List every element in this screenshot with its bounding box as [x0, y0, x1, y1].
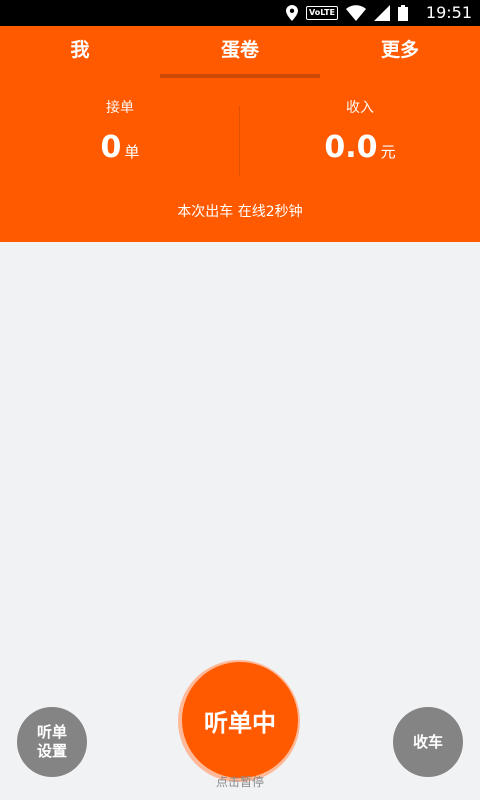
orders-unit: 单 [124, 143, 140, 161]
orders-label: 接单 [106, 100, 134, 116]
income-label: 收入 [346, 100, 374, 116]
income-value: 0.0 [324, 130, 378, 165]
order-settings-label-line1: 听单 [36, 723, 67, 741]
header-panel: 我 蛋卷 更多 接单 0单 收入 0.0 元 本次出车 在线2秒钟 [0, 26, 480, 242]
status-icons: VoLTE [286, 4, 408, 22]
tab-more[interactable]: 更多 [320, 26, 480, 78]
income-unit: 元 [380, 143, 396, 161]
volte-icon: VoLTE [306, 6, 338, 20]
income-stat: 收入 0.0 元 [240, 98, 480, 170]
wifi-icon [346, 5, 366, 21]
stop-driving-button[interactable]: 收车 [393, 707, 463, 777]
listening-button[interactable]: 听单中 [182, 662, 298, 778]
order-settings-button[interactable]: 听单 设置 [17, 707, 87, 777]
order-settings-label-line2: 设置 [36, 742, 67, 760]
pause-hint: 点击暂停 [215, 775, 264, 789]
listening-label: 听单中 [204, 708, 276, 737]
tab-danjuan[interactable]: 蛋卷 [160, 26, 320, 78]
stop-driving-label: 收车 [412, 732, 443, 751]
location-icon [286, 5, 299, 21]
tab-bar: 我 蛋卷 更多 [0, 26, 480, 78]
status-time: 19:51 [425, 3, 472, 22]
orders-value: 0 [100, 130, 122, 165]
online-duration-text: 本次出车 在线2秒钟 [177, 204, 303, 220]
stats-row: 接单 0单 收入 0.0 元 [0, 98, 480, 188]
status-bar: VoLTE 19:51 [0, 0, 480, 26]
tab-me[interactable]: 我 [0, 26, 160, 78]
signal-icon [374, 5, 390, 21]
tab-indicator [160, 74, 320, 78]
orders-stat: 接单 0单 [0, 98, 240, 170]
battery-icon [398, 5, 408, 21]
